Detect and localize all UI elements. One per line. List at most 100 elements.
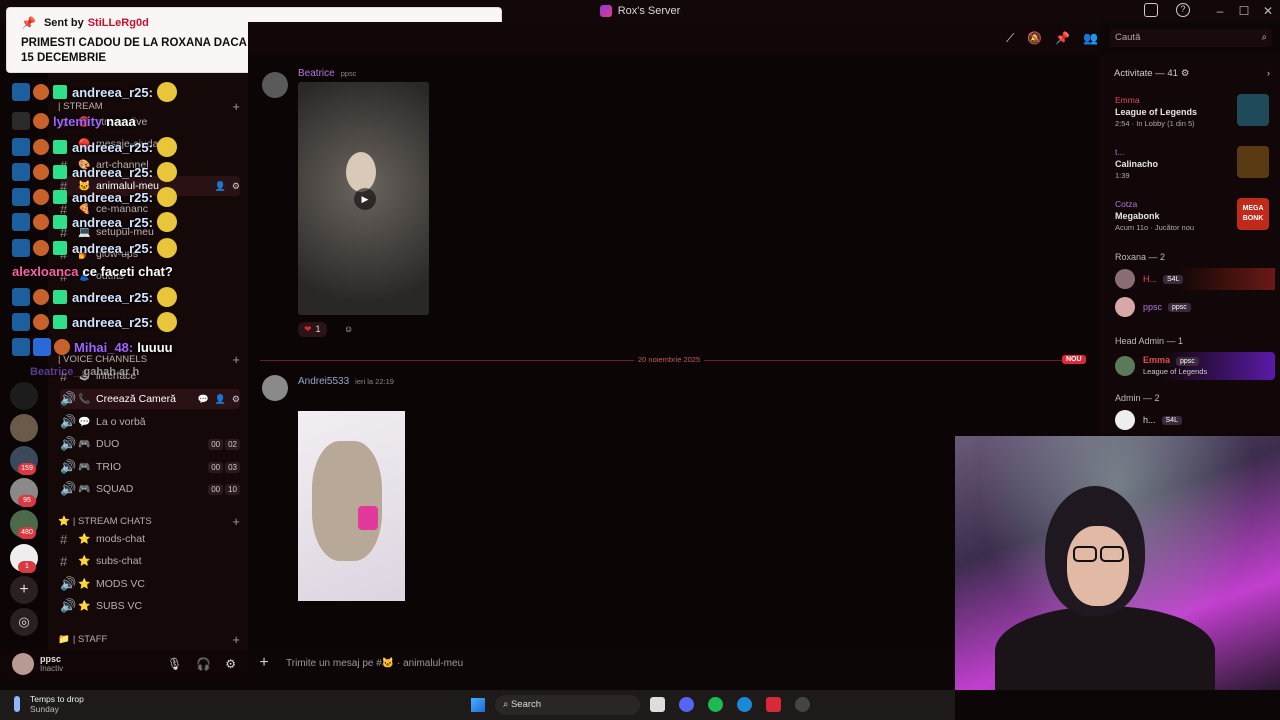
edge-icon[interactable] <box>737 697 752 712</box>
unread-badge: 159 <box>18 463 36 475</box>
gear-icon[interactable]: ⚙ <box>1181 68 1190 79</box>
member-item[interactable]: ppsc ppsc <box>1115 296 1275 318</box>
chat-icon[interactable]: 💬 <box>197 394 208 405</box>
channel-subs-chat[interactable]: # ⭐ subs-chat <box>60 551 240 571</box>
channel-ce-mananc[interactable]: # 🍕 ce-mananc <box>60 199 240 219</box>
category-stream-chats[interactable]: ⭐ | STREAM CHATS + <box>58 514 240 529</box>
member-item[interactable]: H... S4L <box>1115 268 1275 290</box>
reaction-heart[interactable]: ❤ 1 <box>298 322 327 337</box>
help-icon[interactable]: ? <box>1176 3 1190 17</box>
headphones-icon[interactable]: 🎧 <box>196 657 211 671</box>
file-explorer-icon[interactable] <box>650 697 665 712</box>
voice-channel-trio[interactable]: 🔊 🎮 TRIO 00 03 <box>60 457 240 477</box>
message-input[interactable]: Trimite un mesaj pe #🐱 · animalul-meu <box>286 658 463 669</box>
close-button[interactable]: ✕ <box>1256 4 1280 18</box>
activity-item[interactable]: Emma League of Legends 2:54 · In Lobby (… <box>1115 94 1197 130</box>
video-attachment[interactable]: ▶ <box>298 82 429 315</box>
speaker-icon: 🔊 <box>60 414 77 429</box>
voice-count: 00 10 <box>208 483 240 495</box>
spotify-icon[interactable] <box>708 697 723 712</box>
start-button[interactable] <box>471 698 485 712</box>
hash-icon: # <box>60 136 68 152</box>
add-server-icon[interactable]: + <box>10 576 38 604</box>
activity-item[interactable]: t... Calinacho 1:39 <box>1115 146 1158 182</box>
voice-channel-mods-vc[interactable]: 🔊 ⭐ MODS VC <box>60 574 240 594</box>
app-icon[interactable] <box>766 697 781 712</box>
search-input[interactable]: Caută ⌕ <box>1110 29 1272 47</box>
channel-stream-live[interactable]: # 🔴 stream-live <box>60 112 240 132</box>
settings-icon[interactable]: ⚙ <box>232 181 240 192</box>
pin-icon[interactable]: 📌 <box>1055 31 1070 46</box>
avatar <box>1115 410 1135 430</box>
voice-channel-duo[interactable]: 🔊 🎮 DUO 00 02 <box>60 434 240 454</box>
channel-outfits[interactable]: # 👗 outfits <box>60 266 240 286</box>
channel-interface[interactable]: # 🕹 interface <box>60 366 240 386</box>
activity-item[interactable]: Cotza Megabonk Acum 11o · Jucător nou <box>1115 198 1194 234</box>
member-item[interactable]: h... S4L <box>1115 409 1275 431</box>
discord-icon[interactable] <box>679 697 694 712</box>
hash-icon: # <box>60 114 68 130</box>
image-attachment[interactable] <box>298 411 405 621</box>
role-header-roxana: Roxana — 2 <box>1115 252 1166 262</box>
members-icon[interactable]: 👥 <box>1083 31 1098 46</box>
voice-channel-subs-vc[interactable]: 🔊 ⭐ SUBS VC <box>60 596 240 616</box>
unread-badge: 480 <box>18 527 36 539</box>
gear-icon[interactable]: ⚙ <box>225 657 236 671</box>
message-composer[interactable]: + Trimite un mesaj pe #🐱 · animalul-meu <box>256 650 956 676</box>
add-reaction-icon[interactable]: ☺ <box>338 322 359 336</box>
threads-icon[interactable]: ⟋ <box>1006 31 1014 46</box>
role-header-admin: Admin — 2 <box>1115 393 1160 403</box>
channel-mesaje-ciudate[interactable]: # 🔴 mesaje-ciudate <box>60 134 240 154</box>
message-author[interactable]: Beatrice <box>298 68 335 79</box>
member-list: Activitate — 41 ⚙ › Emma League of Legends… <box>1100 54 1280 434</box>
glasses <box>1073 546 1097 562</box>
speaker-icon: 🔊 <box>60 459 77 474</box>
server-icon-w2g[interactable] <box>10 382 38 410</box>
obs-icon[interactable] <box>795 697 810 712</box>
channel-mods-chat[interactable]: # ⭐ mods-chat <box>60 529 240 549</box>
discover-icon[interactable]: ◎ <box>10 608 38 636</box>
play-icon[interactable]: ▶ <box>354 188 376 210</box>
search-icon: ⌕ <box>503 699 511 710</box>
voice-count: 00 02 <box>208 438 240 450</box>
voice-channel-creeaza-camera[interactable]: 🔊 📞 Creează Cameră 💬 👤 ⚙ <box>60 389 240 409</box>
channel-animalul-meu[interactable]: # 🐱 animalul-meu 👤 ⚙ <box>60 176 240 196</box>
microphone-icon[interactable]: 🎙 <box>167 657 182 671</box>
invite-icon[interactable]: 👤 <box>215 394 226 405</box>
add-channel-icon[interactable]: + <box>232 632 240 647</box>
avatar[interactable] <box>262 375 288 401</box>
unread-badge: 95 <box>18 495 36 507</box>
invite-icon[interactable]: 👤 <box>215 181 226 192</box>
maximize-button[interactable]: ☐ <box>1232 4 1256 18</box>
add-channel-icon[interactable]: + <box>232 352 240 367</box>
chevron-right-icon[interactable]: › <box>1267 68 1270 79</box>
avatar[interactable] <box>262 72 288 98</box>
toy <box>358 506 378 530</box>
speaker-icon: 🔊 <box>60 436 77 451</box>
mute-bell-icon[interactable]: 🔕 <box>1027 31 1042 46</box>
add-attachment-icon[interactable]: + <box>256 654 272 672</box>
hash-icon: # <box>60 224 68 240</box>
voice-channel-squad[interactable]: 🔊 🎮 SQUAD 00 10 <box>60 479 240 499</box>
hash-icon: # <box>60 531 68 547</box>
category-staff[interactable]: 📁 | STAFF + <box>58 632 240 647</box>
weather-widget[interactable]: Temps to drop Sunday <box>14 694 84 714</box>
new-messages-badge: NOU <box>1062 355 1086 364</box>
hash-icon: # <box>60 246 68 262</box>
channel-art-channel[interactable]: # 🎨 art-channel <box>60 155 240 175</box>
channel-glow-ups[interactable]: # 💅 glow-ups <box>60 244 240 264</box>
inbox-icon[interactable] <box>1144 3 1158 17</box>
minimize-button[interactable]: – <box>1208 4 1232 18</box>
add-channel-icon[interactable]: + <box>232 514 240 529</box>
message-author[interactable]: Andrei5533 <box>298 376 349 387</box>
thermometer-icon <box>14 696 20 712</box>
voice-channel-la-o-vorba[interactable]: 🔊 💬 La o vorbă <box>60 412 240 432</box>
taskbar-search[interactable]: ⌕ Search <box>495 695 640 715</box>
settings-icon[interactable]: ⚙ <box>232 394 240 405</box>
game-thumbnail <box>1237 146 1269 178</box>
avatar[interactable] <box>12 653 34 675</box>
channel-setupul-meu[interactable]: # 💻 setupul-meu <box>60 222 240 242</box>
member-item[interactable]: Emma ppsc League of Legends <box>1115 352 1275 380</box>
server-icon[interactable] <box>10 414 38 442</box>
category-voice-channels[interactable]: | VOICE CHANNELS + <box>58 352 240 367</box>
